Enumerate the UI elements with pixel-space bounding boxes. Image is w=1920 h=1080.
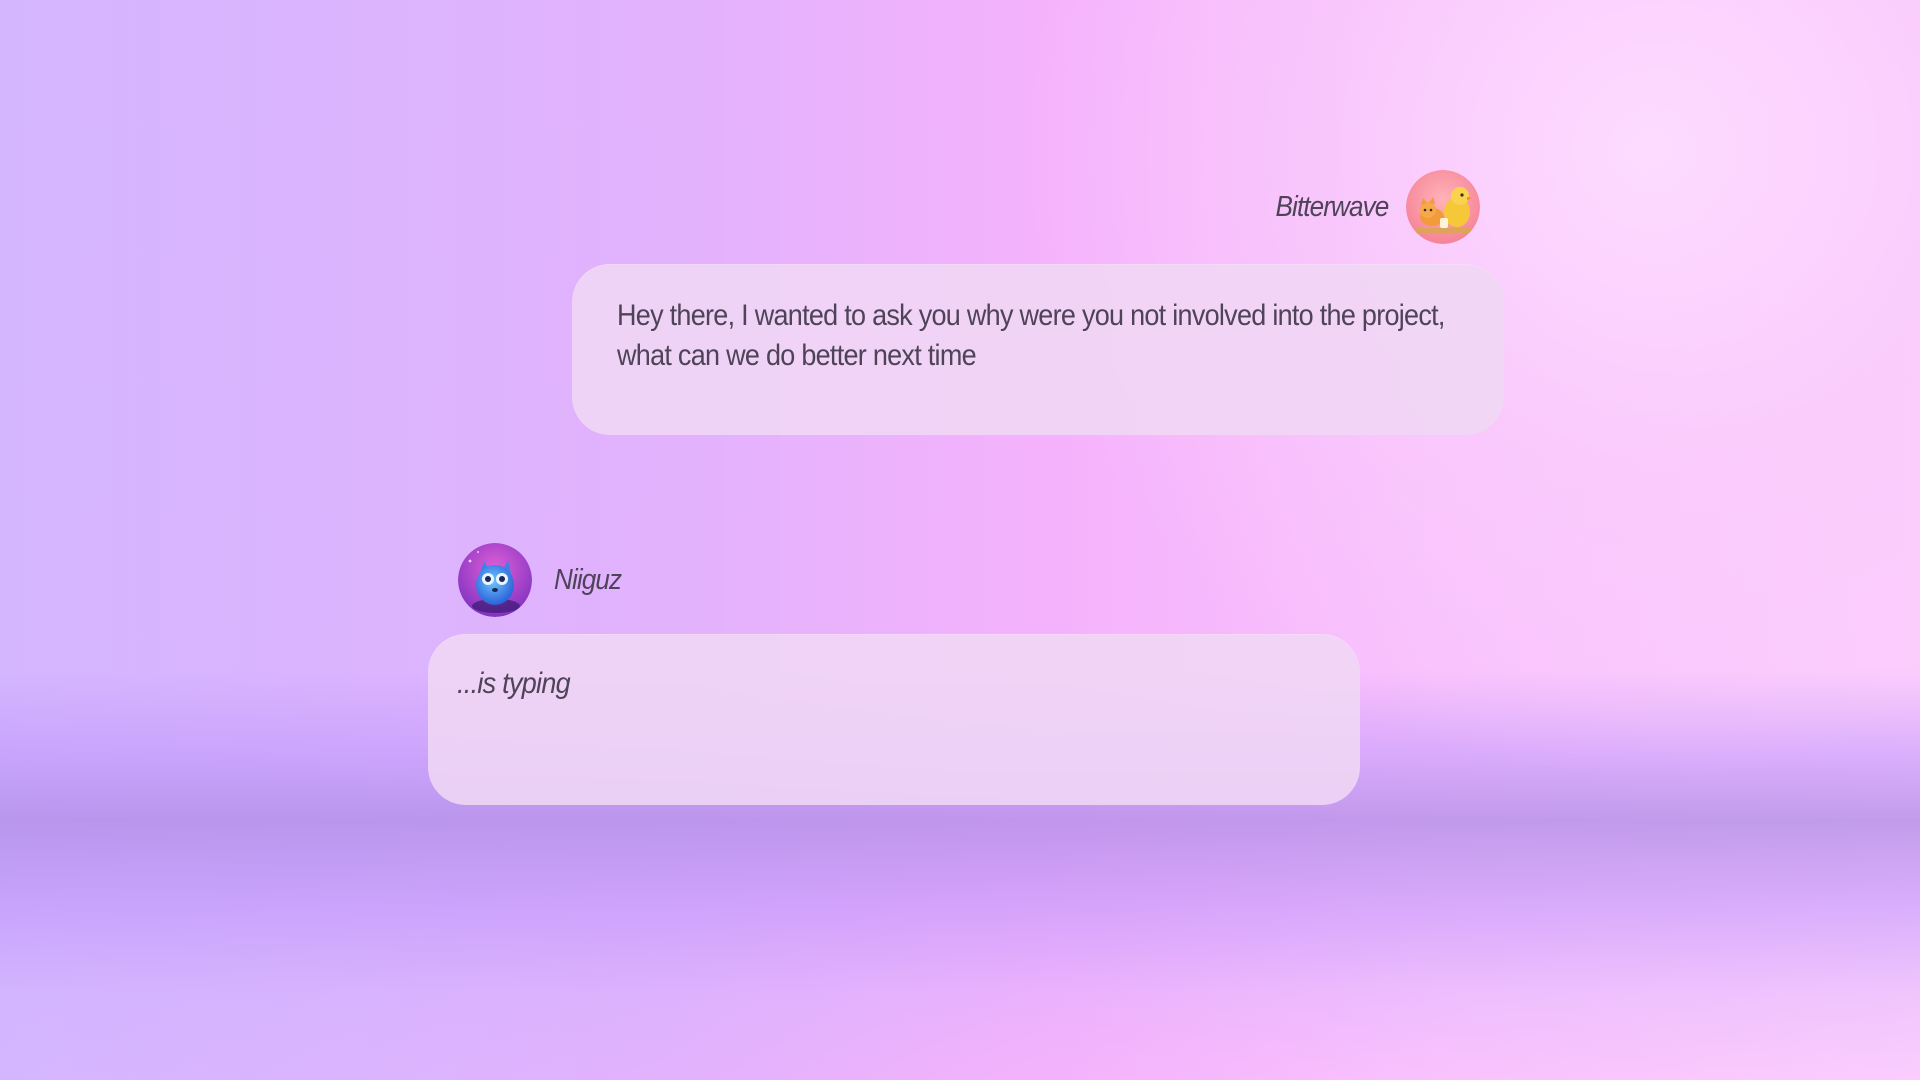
bitterwave-avatar-icon[interactable] [1406, 170, 1480, 244]
message-text: Hey there, I wanted to ask you why were … [617, 299, 1445, 372]
message-header-bitterwave: Bitterwave [1263, 170, 1480, 244]
message-header-niiguz: Niiguz [458, 543, 629, 617]
message-bubble-incoming: ...is typing [428, 634, 1360, 805]
niiguz-avatar-icon[interactable] [458, 543, 532, 617]
chat-screen: Bitterwave Hey there, I wanted to ask yo… [0, 0, 1920, 1080]
author-name: Bitterwave [1275, 190, 1389, 223]
message-bubble-outgoing: Hey there, I wanted to ask you why were … [572, 264, 1504, 435]
typing-indicator: ...is typing [457, 667, 571, 700]
author-name: Niiguz [554, 563, 622, 596]
